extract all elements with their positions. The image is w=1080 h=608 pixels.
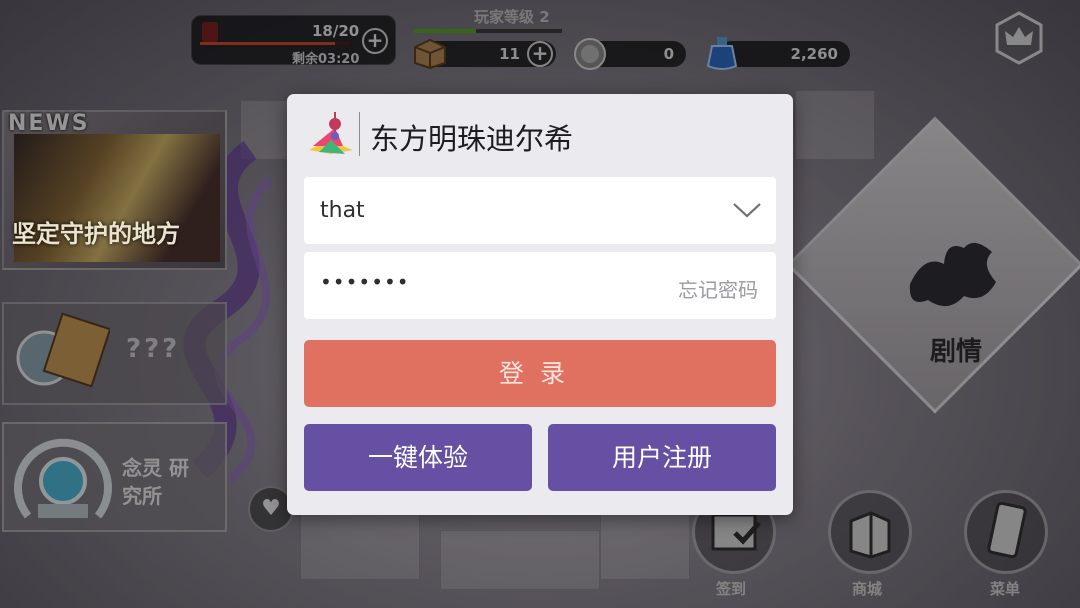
- login-dialog: 东方明珠迪尔希 忘记密码 登录 一键体验 用户注册: [287, 94, 793, 515]
- account-field[interactable]: [304, 177, 776, 244]
- password-field[interactable]: 忘记密码: [304, 249, 776, 319]
- chevron-down-icon[interactable]: [732, 199, 762, 221]
- news-caption: 坚定守护的地方: [12, 220, 180, 248]
- password-input[interactable]: [320, 249, 660, 316]
- register-button[interactable]: 用户注册: [548, 424, 776, 491]
- login-button[interactable]: 登录: [304, 340, 776, 407]
- logo-divider: [359, 112, 360, 156]
- quick-trial-button[interactable]: 一键体验: [304, 424, 532, 491]
- forgot-password-link[interactable]: 忘记密码: [678, 274, 758, 303]
- app-logo-icon: [309, 112, 353, 154]
- dialog-title: 东方明珠迪尔希: [370, 122, 574, 156]
- account-input[interactable]: [320, 177, 660, 244]
